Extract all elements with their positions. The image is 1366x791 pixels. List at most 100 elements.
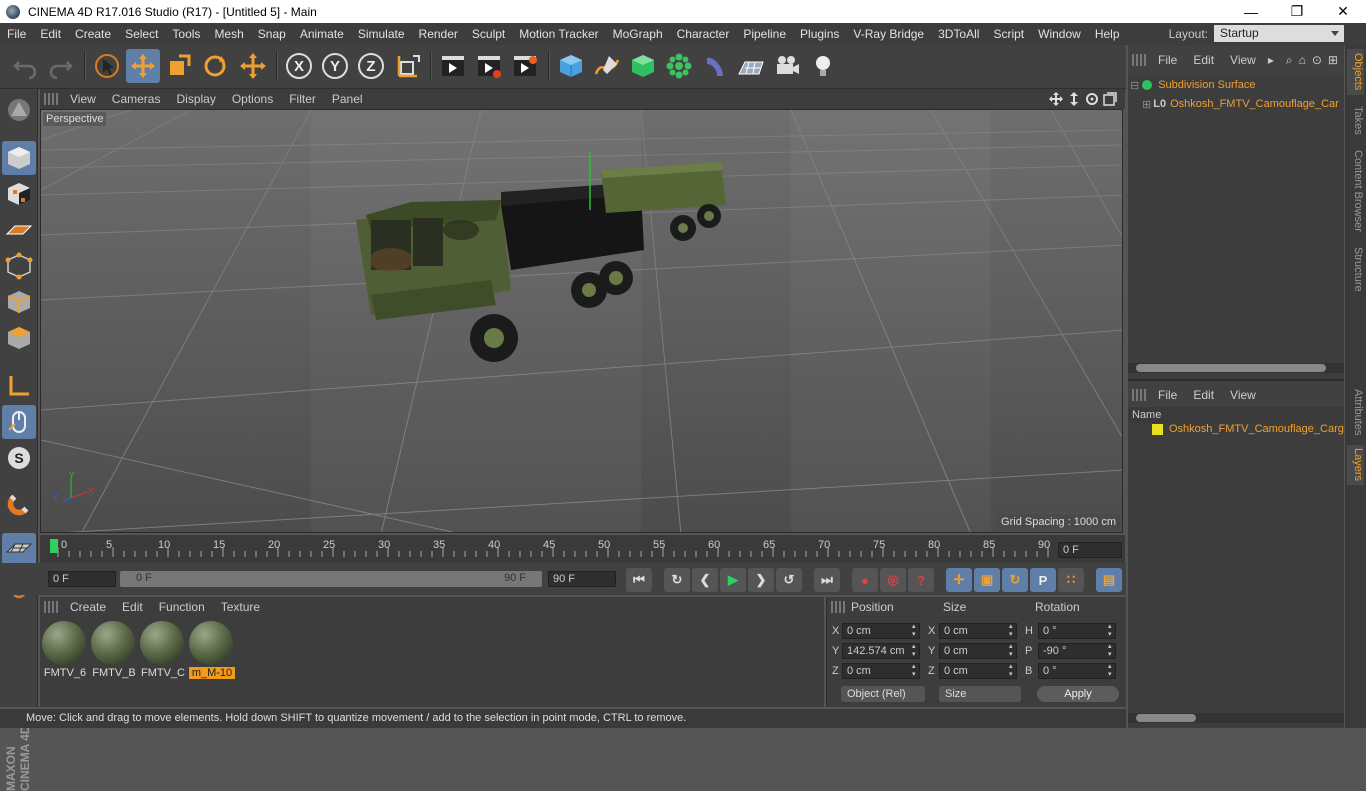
move-tool-icon[interactable] (126, 49, 160, 83)
object-scrollbar[interactable] (1128, 363, 1344, 373)
object-menu-file[interactable]: File (1150, 53, 1185, 67)
layer-drag-handle[interactable] (1132, 389, 1146, 401)
material-swatch[interactable]: FMTV_B (91, 621, 137, 679)
tab-takes[interactable]: Takes (1347, 101, 1364, 139)
edges-mode-icon[interactable] (2, 285, 36, 319)
menu-window[interactable]: Window (1031, 23, 1088, 45)
material-swatch[interactable]: m_M-10 (189, 621, 235, 679)
layer-row[interactable]: Oshkosh_FMTV_Camouflage_Carg (1142, 420, 1344, 438)
material-menu-edit[interactable]: Edit (114, 600, 151, 614)
workplane-icon[interactable] (2, 533, 36, 567)
layer-menu-edit[interactable]: Edit (1185, 388, 1222, 402)
home-icon[interactable]: ⌂ (1299, 53, 1306, 67)
recent-tool-icon[interactable] (236, 49, 270, 83)
timeline-window-icon[interactable]: ▤ (1096, 568, 1122, 592)
viewport-menu-view[interactable]: View (62, 92, 104, 106)
model-mode-icon[interactable] (2, 141, 36, 175)
coordinate-mode-dropdown[interactable]: Object (Rel) (841, 686, 925, 702)
rotation-p-field[interactable]: -90 ° (1038, 643, 1116, 659)
keyframe-selection-icon[interactable]: ? (908, 568, 934, 592)
position-z-field[interactable]: 0 cm (842, 663, 920, 679)
layer-menu-file[interactable]: File (1150, 388, 1185, 402)
object-menu-view[interactable]: View (1222, 53, 1264, 67)
menu-select[interactable]: Select (118, 23, 165, 45)
menu-render[interactable]: Render (412, 23, 465, 45)
material-menu-texture[interactable]: Texture (213, 600, 268, 614)
apply-button[interactable]: Apply (1037, 686, 1119, 702)
tree-expand-icon[interactable]: ⊟ (1130, 79, 1139, 92)
menu-3dtoall[interactable]: 3DToAll (931, 23, 986, 45)
material-swatch[interactable]: FMTV_6 (42, 621, 88, 679)
material-drag-handle[interactable] (44, 601, 58, 613)
cloner-icon[interactable] (662, 49, 696, 83)
viewport-menu-filter[interactable]: Filter (281, 92, 324, 106)
snap-icon[interactable] (2, 487, 36, 521)
position-x-field[interactable]: 0 cm (842, 623, 920, 639)
size-y-field[interactable]: 0 cm (939, 643, 1017, 659)
playhead-marker[interactable] (50, 539, 58, 553)
end-frame-field[interactable]: 90 F (548, 571, 616, 587)
next-frame-icon[interactable]: ❯ (748, 568, 774, 592)
layer-scrollbar[interactable] (1128, 713, 1344, 723)
light-icon[interactable] (806, 49, 840, 83)
tree-expand-icon[interactable]: ⊞ (1142, 98, 1151, 111)
perspective-viewport[interactable]: Y X Z Perspective Grid Spacing : 1000 cm (40, 109, 1123, 533)
menu-create[interactable]: Create (68, 23, 118, 45)
autokeying-icon[interactable]: ◎ (880, 568, 906, 592)
material-swatch[interactable]: FMTV_C (140, 621, 186, 679)
viewport-maximize-icon[interactable] (1103, 92, 1117, 106)
search-icon[interactable]: ⌕ (1286, 53, 1293, 68)
menu-character[interactable]: Character (670, 23, 737, 45)
menu-animate[interactable]: Animate (293, 23, 351, 45)
viewport-menu-panel[interactable]: Panel (324, 92, 371, 106)
previous-key-icon[interactable]: ↻ (664, 568, 690, 592)
layer-menu-view[interactable]: View (1222, 388, 1264, 402)
layout-dropdown[interactable]: Startup (1214, 25, 1344, 42)
z-axis-lock-icon[interactable]: Z (354, 49, 388, 83)
minimize-button[interactable]: — (1228, 0, 1274, 23)
workplane-mode-icon[interactable] (2, 213, 36, 247)
live-selection-icon[interactable] (90, 49, 124, 83)
coordinate-system-icon[interactable] (390, 49, 424, 83)
object-row[interactable]: ⊟ Subdivision Surface (1130, 76, 1255, 94)
texture-mode-icon[interactable] (2, 177, 36, 211)
undo-icon[interactable] (8, 49, 42, 83)
menu-mograph[interactable]: MoGraph (606, 23, 670, 45)
menu-file[interactable]: File (0, 23, 33, 45)
menu-simulate[interactable]: Simulate (351, 23, 412, 45)
viewport-zoom-icon[interactable] (1067, 92, 1081, 106)
object-drag-handle[interactable] (1132, 54, 1146, 66)
render-settings-icon[interactable] (508, 49, 542, 83)
go-to-end-icon[interactable]: ⏭ (814, 568, 840, 592)
render-to-picture-viewer-icon[interactable] (472, 49, 506, 83)
tab-objects[interactable]: Objects (1347, 49, 1364, 95)
pen-spline-icon[interactable] (590, 49, 624, 83)
menu-script[interactable]: Script (986, 23, 1031, 45)
points-mode-icon[interactable] (2, 249, 36, 283)
play-forward-icon[interactable]: ▶ (720, 568, 746, 592)
scale-tool-icon[interactable] (162, 49, 196, 83)
material-menu-function[interactable]: Function (151, 600, 213, 614)
menu-pipeline[interactable]: Pipeline (736, 23, 793, 45)
start-frame-field[interactable]: 0 F (48, 571, 116, 587)
menu-help[interactable]: Help (1088, 23, 1127, 45)
menu-motion-tracker[interactable]: Motion Tracker (512, 23, 605, 45)
menu-vray-bridge[interactable]: V-Ray Bridge (846, 23, 931, 45)
record-parameter-icon[interactable]: P (1030, 568, 1056, 592)
rotation-h-field[interactable]: 0 ° (1038, 623, 1116, 639)
record-scale-icon[interactable]: ▣ (974, 568, 1000, 592)
menu-snap[interactable]: Snap (251, 23, 293, 45)
make-editable-icon[interactable] (2, 93, 36, 127)
bend-deformer-icon[interactable] (698, 49, 732, 83)
render-view-icon[interactable] (436, 49, 470, 83)
size-mode-dropdown[interactable]: Size (939, 686, 1021, 702)
menu-sculpt[interactable]: Sculpt (465, 23, 512, 45)
viewport-menu-display[interactable]: Display (168, 92, 223, 106)
redo-icon[interactable] (44, 49, 78, 83)
rotation-b-field[interactable]: 0 ° (1038, 663, 1116, 679)
menu-plugins[interactable]: Plugins (793, 23, 846, 45)
frame-range-slider[interactable]: 0 F 90 F (120, 571, 542, 587)
object-menu-edit[interactable]: Edit (1185, 53, 1222, 67)
subdivision-surface-icon[interactable] (626, 49, 660, 83)
material-menu-create[interactable]: Create (62, 600, 114, 614)
